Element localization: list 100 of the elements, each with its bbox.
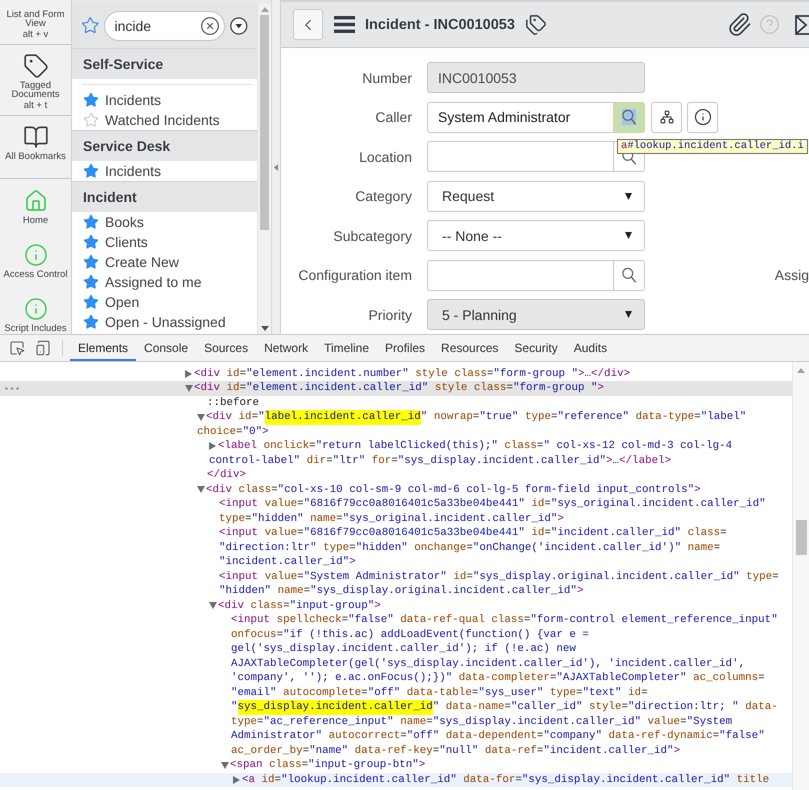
scrollbar[interactable] (257, 3, 271, 334)
text-field[interactable]: INC0010053 (427, 62, 645, 93)
code-line: 'company', ''); e.ac.onFocus();})" data-completer="AJAXTableCompleter" ac_columns= (231, 671, 765, 686)
book-icon[interactable] (22, 124, 48, 150)
dropdown-field[interactable]: 5 - Planning (427, 299, 645, 330)
devtools-tab[interactable]: Sources (196, 335, 256, 361)
circle-caret-down-icon[interactable] (230, 16, 248, 34)
nav-item[interactable]: Watched Incidents (105, 112, 220, 128)
scroll-thumb[interactable] (796, 520, 806, 555)
house-icon[interactable] (24, 189, 48, 213)
code-line: "direction:ltr" type="hidden" onchange="onChange('incident.caller_id')" name= (219, 540, 720, 555)
field-label: Priority (367, 306, 412, 322)
lookup-button[interactable] (613, 102, 645, 132)
device-icon[interactable] (35, 340, 51, 356)
code-line: <div class="col-xs-10 col-sm-9 col-md-6 col-lg-5 form-field input_controls"> (206, 482, 701, 497)
nav-item[interactable]: Incidents (105, 92, 162, 108)
devtools-tab[interactable]: Elements (70, 335, 136, 361)
collapsed-triangle-icon[interactable] (185, 370, 192, 378)
devtools-tab[interactable]: Network (256, 335, 316, 361)
star-icon[interactable] (83, 294, 99, 310)
code-line: <span class="input-group-btn"> (230, 758, 426, 772)
code-line: <div id="element.incident.number" style class="form-group ">…</div> (194, 366, 630, 381)
expanded-triangle-icon[interactable] (209, 602, 217, 610)
expanded-triangle-icon[interactable] (221, 762, 229, 769)
hierarchy-icon (660, 110, 674, 124)
star-icon[interactable] (83, 314, 99, 330)
star-icon[interactable] (83, 112, 99, 128)
nav-item[interactable]: Open - Unassigned (105, 314, 226, 330)
back-button[interactable] (293, 9, 323, 40)
reference-field[interactable] (427, 141, 613, 172)
devtools-tab[interactable]: Security (506, 335, 566, 361)
tags-icon[interactable] (524, 14, 547, 36)
collapsed-triangle-icon[interactable] (209, 442, 216, 450)
info-icon[interactable] (24, 243, 48, 267)
field-label: Category (354, 188, 412, 204)
devtools-tab[interactable]: Resources (433, 335, 506, 361)
code-line: type="ac_reference_input" name="sys_display.incident.caller_id" value="System (231, 714, 732, 729)
star-icon[interactable] (81, 16, 100, 35)
nav-item[interactable]: Books (105, 214, 144, 230)
code-line: gel('sys_display.incident.caller_id'); if (!e.ac) new (231, 642, 576, 656)
field-label: Location (358, 148, 412, 164)
star-icon[interactable] (83, 254, 99, 270)
scroll-up-arrow-icon[interactable] (260, 7, 268, 12)
star-icon[interactable] (83, 234, 99, 250)
box-chevron-icon[interactable] (795, 14, 809, 34)
collapse-caret-icon[interactable] (274, 164, 278, 170)
search-field[interactable]: incide (104, 10, 226, 40)
reference-field[interactable]: System Administrator (427, 102, 613, 132)
devtools-tab[interactable]: Console (136, 335, 196, 361)
code-line: <div id="element.incident.caller_id" style class="form-group "> (194, 381, 604, 396)
clear-icon[interactable] (200, 16, 220, 36)
code-text: " (231, 700, 238, 714)
collapsed-triangle-icon[interactable] (233, 776, 240, 784)
nav-item[interactable]: Assigned to me (105, 274, 202, 290)
nav-item[interactable]: Open (105, 294, 140, 310)
scrollbar[interactable] (792, 362, 809, 790)
nav-item[interactable]: Incidents (105, 163, 162, 179)
hovered-row[interactable]: <a id="lookup.incident.caller_id" data-for="sys_display.incident.caller_id" title (0, 772, 792, 787)
nav-item[interactable]: Create New (105, 254, 179, 270)
info-button[interactable] (687, 102, 718, 132)
devtools-tab[interactable]: Profiles (377, 335, 434, 361)
favorite-label[interactable]: Home (22, 216, 48, 226)
scroll-thumb[interactable] (260, 15, 269, 230)
star-icon[interactable] (83, 92, 99, 108)
dropdown-field[interactable]: -- None -- (427, 220, 645, 251)
star-icon[interactable] (83, 214, 99, 230)
scroll-down-arrow-icon[interactable] (260, 326, 268, 331)
search-icon (622, 267, 636, 283)
nav-item[interactable]: Clients (105, 234, 148, 250)
code-line: AJAXTableCompleter(gel('sys_display.incident.caller_id'), 'incident.caller_id', (231, 656, 746, 671)
code-line: "email" autocomplete="off" data-table="sys_user" type="text" id= (231, 686, 648, 700)
code-line: <input value="6816f79cc0a8016401c5a33be04be441" id="sys_original.incident.caller_id" (219, 497, 766, 512)
expanded-triangle-icon[interactable] (185, 384, 193, 392)
devtools-tab[interactable]: Audits (566, 335, 616, 361)
code-line: "incident.caller_id"> (219, 555, 356, 570)
expanded-triangle-icon[interactable] (197, 486, 205, 494)
info-icon[interactable] (24, 297, 48, 321)
more-dots-icon[interactable] (5, 386, 19, 390)
lookup-button[interactable] (613, 260, 645, 290)
devtools-tab[interactable]: Timeline (316, 335, 378, 361)
favorite-label[interactable]: Access Control (4, 270, 68, 280)
favorite-label[interactable]: Script Includes (4, 324, 67, 334)
expanded-triangle-icon[interactable] (197, 414, 205, 421)
shortcut-key: alt + t (24, 101, 48, 111)
paperclip-icon[interactable] (727, 12, 752, 37)
inspect-icon[interactable] (9, 340, 25, 356)
code-line: <div class="input-group"> (218, 598, 381, 613)
star-icon[interactable] (83, 163, 99, 179)
tag-icon[interactable] (22, 53, 48, 79)
related-tree-button[interactable] (651, 102, 682, 132)
search-icon (622, 109, 636, 125)
code-line: ::before (207, 396, 260, 410)
menu-icon[interactable] (334, 16, 355, 33)
selected-row[interactable]: <div id="element.incident.caller_id" style class="form-group "> (0, 381, 792, 396)
star-icon[interactable] (83, 274, 99, 290)
reference-field[interactable] (427, 260, 613, 290)
shortcut-label[interactable]: All Bookmarks (5, 152, 66, 161)
closing-tag-line: </div> (207, 468, 246, 482)
dropdown-field[interactable]: Request (427, 180, 645, 212)
scroll-up-arrow-icon[interactable] (797, 368, 805, 373)
